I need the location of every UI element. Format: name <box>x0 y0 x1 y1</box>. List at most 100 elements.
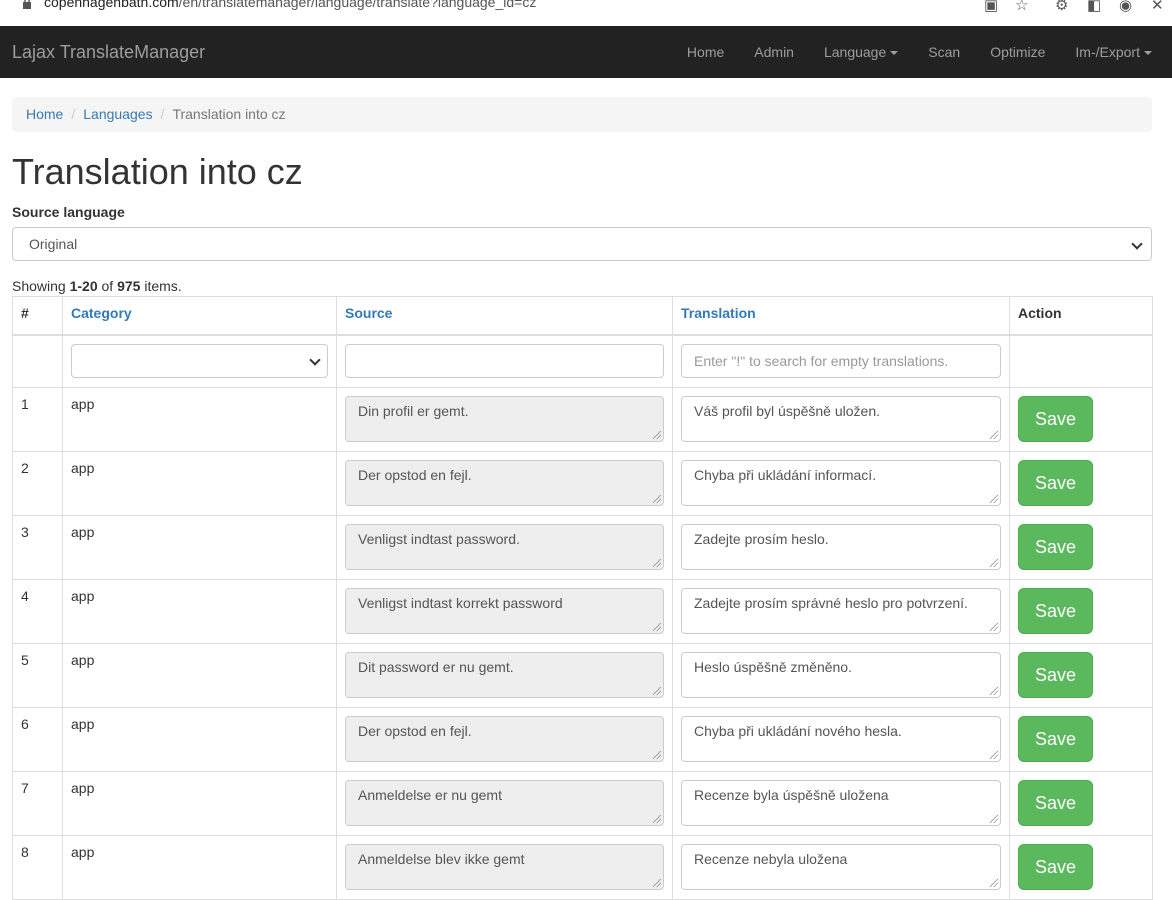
source-textarea[interactable]: Venligst indtast password. <box>345 524 664 570</box>
translation-textarea[interactable]: Heslo úspěšně změněno. <box>681 652 1001 698</box>
save-button[interactable]: Save <box>1018 524 1093 570</box>
resize-handle-icon[interactable] <box>653 879 661 887</box>
source-textarea[interactable]: Dit password er nu gemt. <box>345 652 664 698</box>
resize-handle-icon[interactable] <box>990 687 998 695</box>
translation-cell: Chyba při ukládání informací. <box>672 451 1010 516</box>
save-button[interactable]: Save <box>1018 844 1093 890</box>
action-cell: Save <box>1009 579 1153 644</box>
resize-handle-icon[interactable] <box>990 623 998 631</box>
tools-icon[interactable]: ✕ <box>1151 0 1164 14</box>
star-icon[interactable]: ☆ <box>1015 0 1028 14</box>
resize-handle-icon[interactable] <box>653 559 661 567</box>
translate-icon[interactable]: ▣ <box>984 0 998 14</box>
caret-down-icon <box>890 51 899 56</box>
action-cell: Save <box>1009 451 1153 516</box>
color-wheel-icon[interactable]: ◉ <box>1119 0 1132 14</box>
sort-translation-link[interactable]: Translation <box>681 305 756 321</box>
breadcrumb-home[interactable]: Home <box>26 106 63 122</box>
filter-cell-translation: Enter "!" to search for empty translatio… <box>672 334 1010 388</box>
category-filter-select[interactable] <box>71 344 328 378</box>
resize-handle-icon[interactable] <box>990 559 998 567</box>
header-category: Category <box>62 296 337 336</box>
breadcrumb-separator: / <box>160 106 165 122</box>
nav-language[interactable]: Language <box>809 26 913 78</box>
translation-text: Váš profil byl úspěšně uložen. <box>694 403 880 419</box>
nav-scan[interactable]: Scan <box>913 26 975 78</box>
resize-handle-icon[interactable] <box>990 879 998 887</box>
translation-textarea[interactable]: Zadejte prosím heslo. <box>681 524 1001 570</box>
translation-text: Heslo úspěšně změněno. <box>694 659 852 675</box>
translation-textarea[interactable]: Recenze nebyla uložena <box>681 844 1001 890</box>
source-textarea[interactable]: Der opstod en fejl. <box>345 460 664 506</box>
save-button[interactable]: Save <box>1018 780 1093 826</box>
brand-title[interactable]: Lajax TranslateManager <box>12 26 205 78</box>
breadcrumb-languages[interactable]: Languages <box>83 106 152 122</box>
row-category: app <box>62 707 337 772</box>
sort-source-link[interactable]: Source <box>345 305 392 321</box>
row-number: 8 <box>12 835 63 900</box>
source-textarea[interactable]: Anmeldelse blev ikke gemt <box>345 844 664 890</box>
save-button[interactable]: Save <box>1018 396 1093 442</box>
header-translation: Translation <box>672 296 1010 336</box>
resize-handle-icon[interactable] <box>653 687 661 695</box>
browser-address-bar[interactable]: copenhagenbath.com/en/translatemanager/l… <box>0 0 1172 27</box>
url-text[interactable]: copenhagenbath.com/en/translatemanager/l… <box>44 0 536 10</box>
filter-row: Enter "!" to search for empty translatio… <box>12 334 1153 388</box>
header-source: Source <box>336 296 673 336</box>
resize-handle-icon[interactable] <box>653 815 661 823</box>
resize-handle-icon[interactable] <box>653 431 661 439</box>
resize-handle-icon[interactable] <box>990 431 998 439</box>
source-text: Der opstod en fejl. <box>358 467 472 483</box>
source-cell: Dit password er nu gemt. <box>336 643 673 708</box>
save-button[interactable]: Save <box>1018 460 1093 506</box>
gear-icon[interactable]: ⚙ <box>1055 0 1068 14</box>
row-number: 4 <box>12 579 63 644</box>
translation-textarea[interactable]: Váš profil byl úspěšně uložen. <box>681 396 1001 442</box>
source-textarea[interactable]: Venligst indtast korrekt password <box>345 588 664 634</box>
nav-home[interactable]: Home <box>672 26 739 78</box>
nav-admin[interactable]: Admin <box>739 26 809 78</box>
resize-handle-icon[interactable] <box>653 623 661 631</box>
translation-cell: Recenze nebyla uložena <box>672 835 1010 900</box>
source-text: Der opstod en fejl. <box>358 723 472 739</box>
table-row: 3 app Venligst indtast password. Zadejte pr… <box>12 515 1153 580</box>
source-language-select[interactable]: Original <box>12 227 1152 261</box>
source-filter-input[interactable] <box>345 344 664 378</box>
resize-handle-icon[interactable] <box>990 495 998 503</box>
extension-icon[interactable]: ◧ <box>1087 0 1101 14</box>
sort-category-link[interactable]: Category <box>71 305 132 321</box>
translation-filter-input[interactable]: Enter "!" to search for empty translatio… <box>681 344 1001 378</box>
translation-textarea[interactable]: Zadejte prosím správné heslo pro potvrze… <box>681 588 1001 634</box>
header-num: # <box>12 296 63 336</box>
row-category: app <box>62 643 337 708</box>
table-header-row: # Category Source Translation Action <box>12 296 1153 336</box>
translation-cell: Chyba při ukládání nového hesla. <box>672 707 1010 772</box>
nav-optimize[interactable]: Optimize <box>975 26 1060 78</box>
translation-textarea[interactable]: Chyba při ukládání informací. <box>681 460 1001 506</box>
table-row: 8 app Anmeldelse blev ikke gemt Recenze neb… <box>12 835 1153 900</box>
save-button[interactable]: Save <box>1018 716 1093 762</box>
source-textarea[interactable]: Der opstod en fejl. <box>345 716 664 762</box>
source-textarea[interactable]: Anmeldelse er nu gemt <box>345 780 664 826</box>
source-language-label: Source language <box>12 204 125 220</box>
save-button[interactable]: Save <box>1018 588 1093 634</box>
source-textarea[interactable]: Din profil er gemt. <box>345 396 664 442</box>
translation-textarea[interactable]: Chyba při ukládání nového hesla. <box>681 716 1001 762</box>
source-text: Anmeldelse er nu gemt <box>358 787 502 803</box>
translation-textarea[interactable]: Recenze byla úspěšně uložena <box>681 780 1001 826</box>
source-cell: Venligst indtast korrekt password <box>336 579 673 644</box>
chevron-down-icon <box>1131 238 1143 250</box>
resize-handle-icon[interactable] <box>653 495 661 503</box>
resize-handle-icon[interactable] <box>990 815 998 823</box>
breadcrumb-separator: / <box>71 106 76 122</box>
nav-im-export[interactable]: Im-/Export <box>1060 26 1172 78</box>
resize-handle-icon[interactable] <box>990 751 998 759</box>
row-number: 2 <box>12 451 63 516</box>
save-button[interactable]: Save <box>1018 652 1093 698</box>
row-number: 6 <box>12 707 63 772</box>
resize-handle-icon[interactable] <box>653 751 661 759</box>
row-category: app <box>62 579 337 644</box>
action-cell: Save <box>1009 387 1153 452</box>
translation-cell: Zadejte prosím správné heslo pro potvrze… <box>672 579 1010 644</box>
row-category: app <box>62 515 337 580</box>
